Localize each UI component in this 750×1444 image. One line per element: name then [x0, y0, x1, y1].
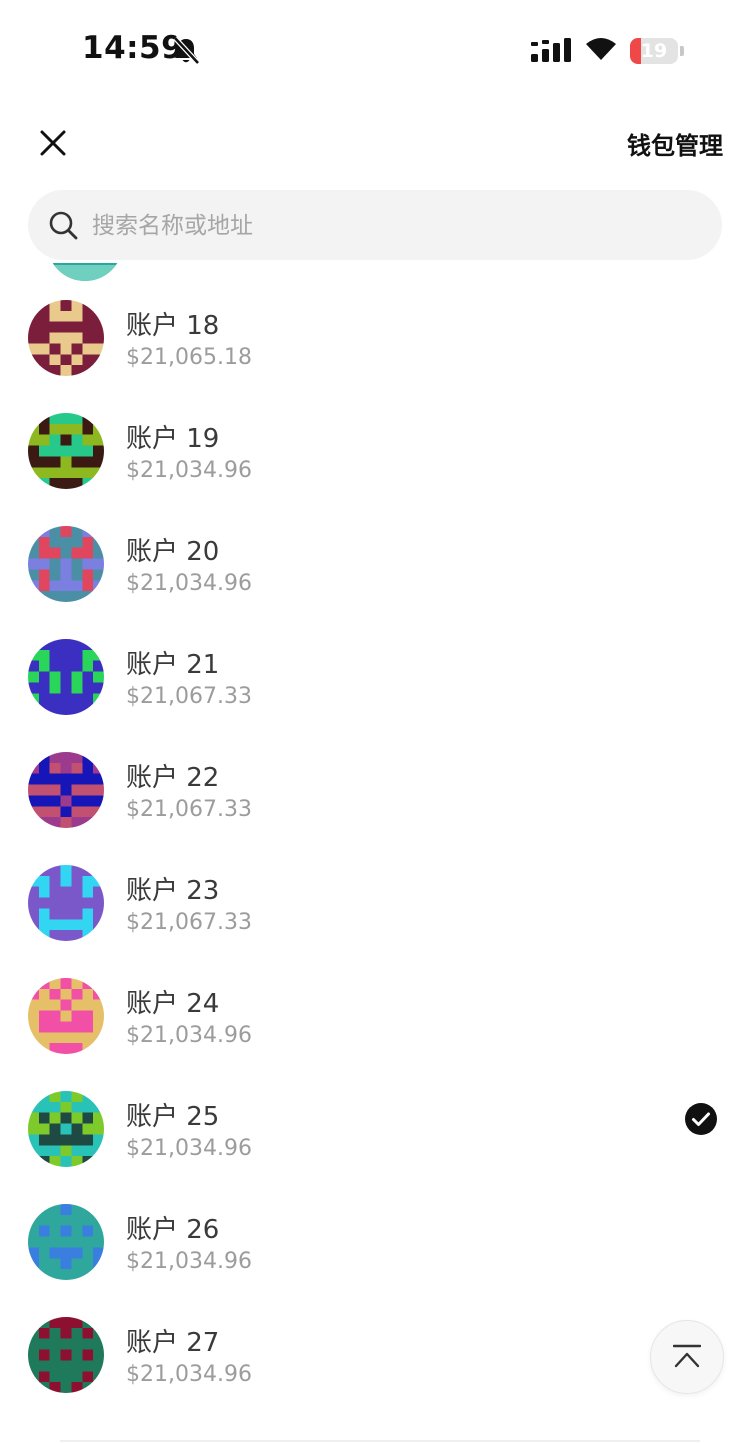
wallet-management-link[interactable]: 钱包管理	[627, 126, 723, 161]
account-balance: $21,034.96	[126, 1362, 252, 1387]
scroll-to-top-button[interactable]	[650, 1320, 724, 1394]
account-row[interactable]: 账户 25 $21,034.96	[0, 1078, 750, 1188]
search-icon	[48, 210, 80, 246]
bell-muted-icon	[172, 36, 200, 70]
battery-percent: 19	[640, 40, 668, 62]
account-avatar-partial	[47, 263, 123, 281]
account-name: 账户 26	[126, 1215, 220, 1245]
account-row[interactable]: 账户 19 $21,034.96	[0, 400, 750, 510]
account-balance: $21,034.96	[126, 1023, 252, 1048]
account-name: 账户 22	[126, 763, 220, 793]
account-avatar	[28, 300, 104, 376]
bottom-divider	[60, 1440, 700, 1442]
account-balance: $21,067.33	[126, 797, 252, 822]
account-balance: $21,065.18	[126, 345, 252, 370]
account-avatar	[28, 1204, 104, 1280]
wifi-icon	[584, 36, 618, 66]
account-avatar	[28, 639, 104, 715]
account-avatar	[28, 752, 104, 828]
battery-icon: 19	[630, 38, 678, 64]
account-avatar	[28, 1091, 104, 1167]
account-name: 账户 23	[126, 876, 220, 906]
account-balance: $21,034.96	[126, 458, 252, 483]
account-name: 账户 18	[126, 311, 220, 341]
close-icon[interactable]	[34, 124, 72, 162]
account-balance: $21,067.33	[126, 910, 252, 935]
account-name: 账户 24	[126, 989, 220, 1019]
account-balance: $21,034.96	[126, 1249, 252, 1274]
check-circle-icon	[684, 1102, 718, 1136]
scroll-to-top-icon	[673, 1344, 701, 1368]
account-row[interactable]: 账户 22 $21,067.33	[0, 739, 750, 849]
account-row[interactable]: 账户 27 $21,034.96	[0, 1304, 750, 1414]
status-time: 14:59	[82, 30, 184, 66]
account-row[interactable]: 账户 18 $21,065.18	[0, 287, 750, 397]
account-row[interactable]: 账户 23 $21,067.33	[0, 852, 750, 962]
account-avatar	[28, 413, 104, 489]
account-avatar	[28, 978, 104, 1054]
account-name: 账户 27	[126, 1328, 220, 1358]
status-bar: 14:59 19	[0, 0, 750, 100]
account-row[interactable]: 账户 24 $21,034.96	[0, 965, 750, 1075]
search-input[interactable]	[90, 190, 694, 262]
account-balance: $21,034.96	[126, 571, 252, 596]
account-row[interactable]: 账户 21 $21,067.33	[0, 626, 750, 736]
account-balance: $21,034.96	[126, 1136, 252, 1161]
account-balance: $21,067.33	[126, 684, 252, 709]
account-avatar	[28, 526, 104, 602]
battery-nub	[680, 46, 684, 56]
search-bar[interactable]	[28, 190, 722, 262]
account-name: 账户 20	[126, 537, 220, 567]
account-name: 账户 21	[126, 650, 220, 680]
account-avatar	[28, 865, 104, 941]
account-name: 账户 19	[126, 424, 220, 454]
account-avatar	[28, 1317, 104, 1393]
account-list[interactable]: 账户 18 $21,065.18 账户 19 $21,034.96 账户 20 $21,0…	[0, 263, 750, 1444]
account-name: 账户 25	[126, 1102, 220, 1132]
signal-icon	[531, 38, 573, 68]
account-row[interactable]: 账户 20 $21,034.96	[0, 513, 750, 623]
account-row[interactable]: 账户 26 $21,034.96	[0, 1191, 750, 1301]
